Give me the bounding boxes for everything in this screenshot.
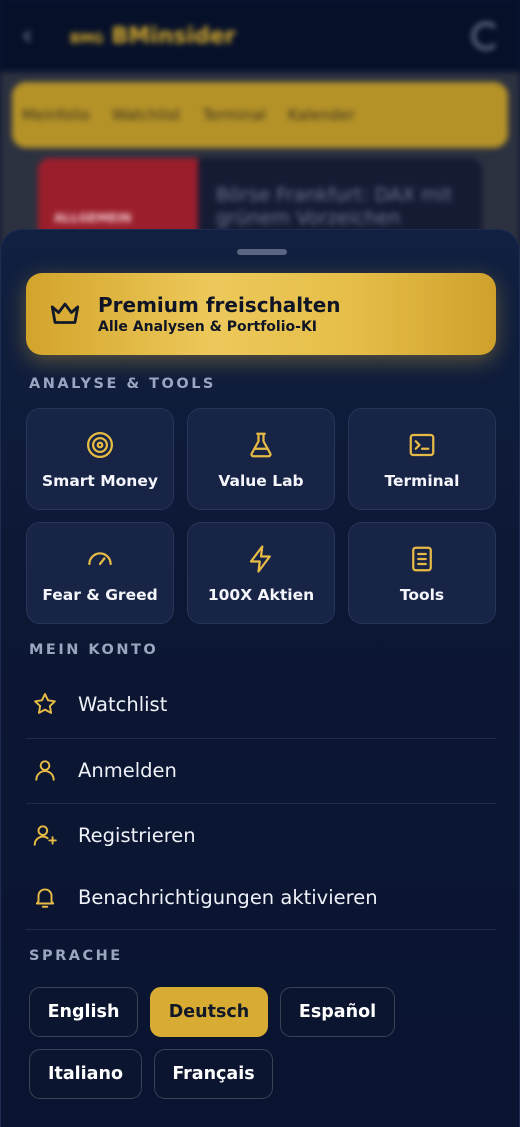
crown-icon bbox=[50, 302, 80, 324]
document-icon bbox=[412, 546, 432, 572]
bell-icon bbox=[35, 888, 55, 908]
background-nav-item: Meinfolio bbox=[22, 106, 90, 124]
app-logo: BMG BMinsider bbox=[70, 23, 236, 49]
tool-label: Value Lab bbox=[218, 472, 304, 490]
menu-item-label: Watchlist bbox=[78, 692, 168, 716]
background-nav-item: Watchlist bbox=[111, 106, 181, 124]
menu-divider bbox=[26, 929, 496, 930]
section-title-tools: ANALYSE & TOOLS bbox=[29, 376, 216, 392]
menu-item-register[interactable]: Registrieren bbox=[26, 803, 496, 867]
tool-label: Terminal bbox=[384, 472, 460, 490]
language-button-italiano[interactable]: Italiano bbox=[29, 1049, 142, 1099]
gauge-icon bbox=[88, 552, 112, 566]
tool-tile-fear-greed[interactable]: Fear & Greed bbox=[26, 522, 174, 624]
background-nav-item: Terminal bbox=[202, 106, 266, 124]
language-button-deutsch[interactable]: Deutsch bbox=[150, 987, 268, 1037]
tool-label: 100X Aktien bbox=[207, 586, 315, 604]
menu-item-label: Registrieren bbox=[78, 823, 196, 847]
section-title-account: MEIN KONTO bbox=[29, 642, 159, 658]
tool-tile-terminal[interactable]: Terminal bbox=[348, 408, 496, 510]
tool-label: Smart Money bbox=[42, 472, 158, 490]
tool-label: Fear & Greed bbox=[42, 586, 158, 604]
tool-tile-100x-aktien[interactable]: 100X Aktien bbox=[187, 522, 335, 624]
background-nav-item: Kalender bbox=[287, 106, 355, 124]
tool-tile-value-lab[interactable]: Value Lab bbox=[187, 408, 335, 510]
tool-tile-tools[interactable]: Tools bbox=[348, 522, 496, 624]
language-button-espanol[interactable]: Español bbox=[280, 987, 395, 1037]
user-icon bbox=[35, 760, 55, 781]
target-icon bbox=[87, 432, 113, 458]
tool-label: Tools bbox=[399, 586, 445, 604]
flask-icon bbox=[250, 432, 272, 458]
refresh-icon bbox=[472, 22, 500, 50]
background-nav: Meinfolio Watchlist Terminal Kalender bbox=[12, 82, 508, 148]
menu-sheet: Premium freischalten Alle Analysen & Por… bbox=[0, 229, 520, 1127]
tool-tile-smart-money[interactable]: Smart Money bbox=[26, 408, 174, 510]
user-plus-icon bbox=[33, 825, 57, 846]
menu-item-label: Benachrichtigungen aktivieren bbox=[78, 885, 378, 909]
app-header: ‹ BMG BMinsider bbox=[0, 0, 520, 72]
premium-title: Premium freischalten bbox=[98, 293, 341, 317]
premium-subtitle: Alle Analysen & Portfolio-KI bbox=[98, 319, 317, 335]
menu-item-watchlist[interactable]: Watchlist bbox=[26, 672, 496, 736]
language-button-francais[interactable]: Français bbox=[154, 1049, 273, 1099]
premium-text: Premium freischalten Alle Analysen & Por… bbox=[98, 293, 341, 335]
premium-unlock-button[interactable]: Premium freischalten Alle Analysen & Por… bbox=[26, 273, 496, 355]
section-title-language: SPRACHE bbox=[29, 948, 123, 964]
lightning-icon bbox=[249, 545, 271, 573]
back-icon: ‹ bbox=[22, 21, 33, 51]
language-button-english[interactable]: English bbox=[29, 987, 138, 1037]
sheet-drag-handle[interactable] bbox=[237, 249, 287, 255]
terminal-icon bbox=[409, 433, 435, 457]
menu-item-login[interactable]: Anmelden bbox=[26, 738, 496, 802]
menu-item-notifications[interactable]: Benachrichtigungen aktivieren bbox=[26, 865, 496, 929]
menu-item-label: Anmelden bbox=[78, 758, 177, 782]
star-icon bbox=[34, 693, 56, 714]
